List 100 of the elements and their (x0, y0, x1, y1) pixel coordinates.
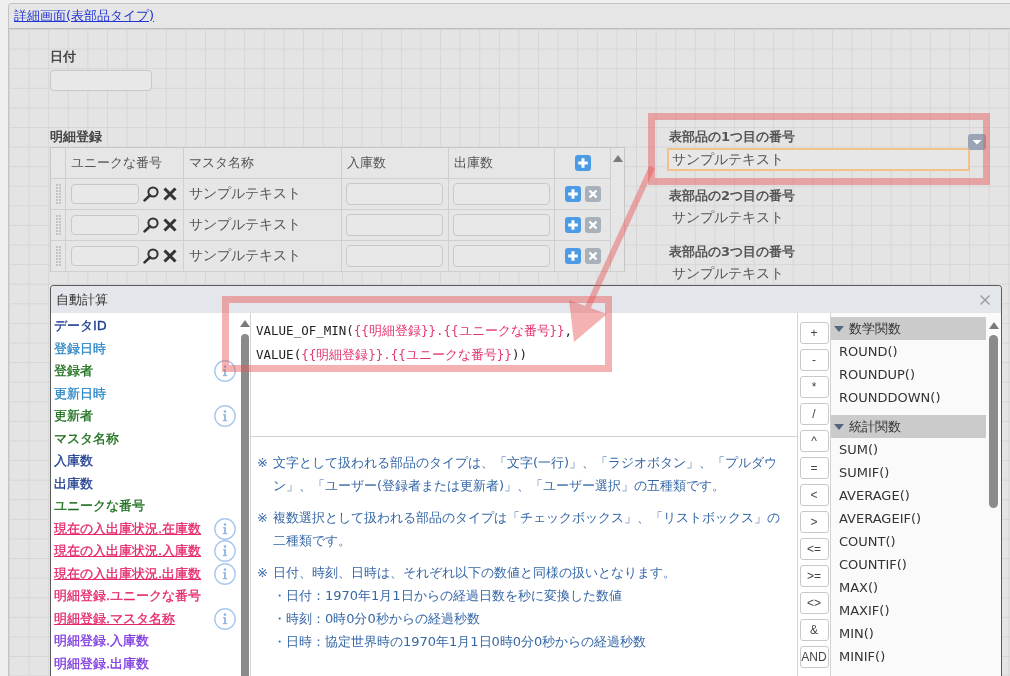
plus-square-icon[interactable] (564, 217, 581, 233)
table-cell: サンプルテキスト (184, 210, 342, 241)
operator-button[interactable]: > (799, 511, 829, 533)
up-arrow-icon[interactable] (239, 320, 250, 327)
plus-square-icon[interactable] (564, 186, 581, 202)
operator-button[interactable]: * (799, 376, 829, 398)
operator-button[interactable]: / (799, 403, 829, 425)
field-list-item[interactable]: 明細登録.マスタ名称 (54, 610, 176, 627)
field-list-item[interactable]: ユニークな番号 (54, 498, 145, 515)
function-item[interactable]: ROUNDDOWN() (831, 386, 986, 409)
up-arrow-icon[interactable] (612, 155, 623, 162)
operator-button[interactable]: <= (799, 538, 829, 560)
text-input[interactable] (71, 184, 139, 204)
operator-button[interactable]: < (799, 484, 829, 506)
operator-button[interactable]: >= (799, 565, 829, 587)
text-input[interactable] (71, 215, 139, 235)
operator-button[interactable]: = (799, 457, 829, 479)
function-item[interactable]: MIN() (831, 622, 986, 645)
category-header[interactable]: 統計関数 (831, 415, 986, 438)
field-list-item[interactable]: データID (54, 318, 107, 335)
field-list-item[interactable]: 登録日時 (54, 340, 106, 357)
field-label: 日付 (50, 49, 76, 65)
field-list-item[interactable]: 明細登録.入庫数 (54, 633, 150, 650)
page-title-link[interactable]: 詳細画面(表部品タイプ) (14, 7, 155, 25)
scrollbar-thumb[interactable] (240, 334, 249, 676)
function-item[interactable]: SUM() (831, 438, 986, 461)
operator-button[interactable]: + (799, 322, 829, 344)
search-icon[interactable] (143, 217, 159, 233)
note-text: 日付、時刻、日時は、それぞれ以下の数値と同様の扱いとなります。 (272, 564, 677, 582)
field-label: 明細登録 (50, 129, 102, 145)
function-item[interactable]: MAX() (831, 576, 986, 599)
x-square-icon[interactable] (584, 217, 601, 233)
text-input[interactable] (346, 245, 443, 267)
search-icon[interactable] (143, 248, 159, 264)
close-icon[interactable] (980, 294, 990, 305)
note-item: ・日時：協定世界時の1970年1月1日0時0分0秒からの経過秒数 (272, 633, 648, 651)
field-list-item[interactable]: 現在の入出庫状況.入庫数 (54, 543, 202, 560)
function-item[interactable]: AVERAGEIF() (831, 507, 986, 530)
field-list-item[interactable]: 更新日時 (54, 385, 106, 402)
formula-editor[interactable]: VALUE_OF_MIN({{明細登録}}.{{ユニークな番号}}, VALUE({{明細登録}}.{{ユニークな番号}})) (251, 313, 797, 437)
cross-icon[interactable] (163, 249, 177, 263)
info-icon[interactable] (214, 517, 236, 540)
up-arrow-icon[interactable] (988, 322, 999, 329)
note-mark: ※ (257, 454, 268, 472)
caret-down-icon[interactable] (834, 423, 844, 430)
field-list-item[interactable]: 明細登録.ユニークな番号 (54, 588, 202, 605)
text-input[interactable] (453, 214, 550, 236)
info-icon[interactable] (214, 540, 236, 563)
field-label: 表部品の1つ目の番号 (668, 129, 796, 145)
field-list-item[interactable]: 現在の入出庫状況.在庫数 (54, 520, 202, 537)
operator-button[interactable]: <> (799, 592, 829, 614)
x-square-icon[interactable] (584, 248, 601, 264)
plus-square-icon[interactable] (574, 155, 591, 171)
function-item[interactable]: COUNT() (831, 530, 986, 553)
category-header[interactable]: 数学関数 (831, 317, 986, 340)
function-item[interactable]: AVERAGE() (831, 484, 986, 507)
info-icon[interactable] (214, 360, 236, 383)
function-item[interactable]: SUMIF() (831, 461, 986, 484)
plus-square-icon[interactable] (564, 248, 581, 264)
note-item: ・時刻：0時0分0秒からの経過秒数 (272, 610, 481, 628)
text-input[interactable] (453, 183, 550, 205)
cross-icon[interactable] (163, 218, 177, 232)
grip-icon[interactable] (55, 215, 61, 235)
x-square-icon[interactable] (584, 186, 601, 202)
function-item[interactable]: MAXIF() (831, 599, 986, 622)
field-list-item[interactable]: 明細登録.出庫数 (54, 655, 150, 672)
cross-icon[interactable] (163, 187, 177, 201)
field-list-item[interactable]: 登録者 (54, 363, 93, 380)
operator-button[interactable]: - (799, 349, 829, 371)
operator-button[interactable]: AND (799, 646, 829, 668)
info-icon[interactable] (214, 607, 236, 630)
function-item[interactable]: ROUND() (831, 340, 986, 363)
text-input[interactable] (346, 214, 443, 236)
search-icon[interactable] (143, 186, 159, 202)
grip-icon[interactable] (55, 184, 61, 204)
scrollbar-thumb[interactable] (989, 335, 998, 508)
function-item[interactable]: ROUNDUP() (831, 363, 986, 386)
field-list-item[interactable]: 入庫数 (54, 453, 93, 470)
operator-button[interactable]: ^ (799, 430, 829, 452)
text-field[interactable]: サンプルテキスト (667, 148, 970, 171)
field-value: サンプルテキスト (671, 208, 785, 227)
info-icon[interactable] (214, 562, 236, 585)
info-icon[interactable] (214, 405, 236, 428)
field-list-item[interactable]: 現在の入出庫状況.出庫数 (54, 565, 202, 582)
column-header: 入庫数 (342, 148, 449, 179)
grip-icon[interactable] (55, 246, 61, 266)
text-input[interactable] (346, 183, 443, 205)
field-list-item[interactable]: 出庫数 (54, 475, 93, 492)
field-list-item[interactable]: マスタ名称 (54, 430, 119, 447)
field-list-item[interactable]: 更新者 (54, 408, 93, 425)
note-text: 文字として扱われる部品のタイプは、「文字(一行)」、「ラジオボタン」、「プルダウン」、「ユーザー(登録者または更新者)」、「ユーザー選択」の五種類です。 (272, 454, 779, 495)
text-input[interactable] (453, 245, 550, 267)
function-item[interactable]: COUNTIF() (831, 553, 986, 576)
date-input[interactable] (50, 70, 152, 91)
operator-button[interactable]: & (799, 619, 829, 641)
function-item[interactable]: MINIF() (831, 645, 986, 668)
text-input[interactable] (71, 246, 139, 266)
note-mark: ※ (257, 509, 268, 527)
dropdown-icon[interactable] (968, 134, 986, 150)
caret-down-icon[interactable] (834, 325, 844, 332)
